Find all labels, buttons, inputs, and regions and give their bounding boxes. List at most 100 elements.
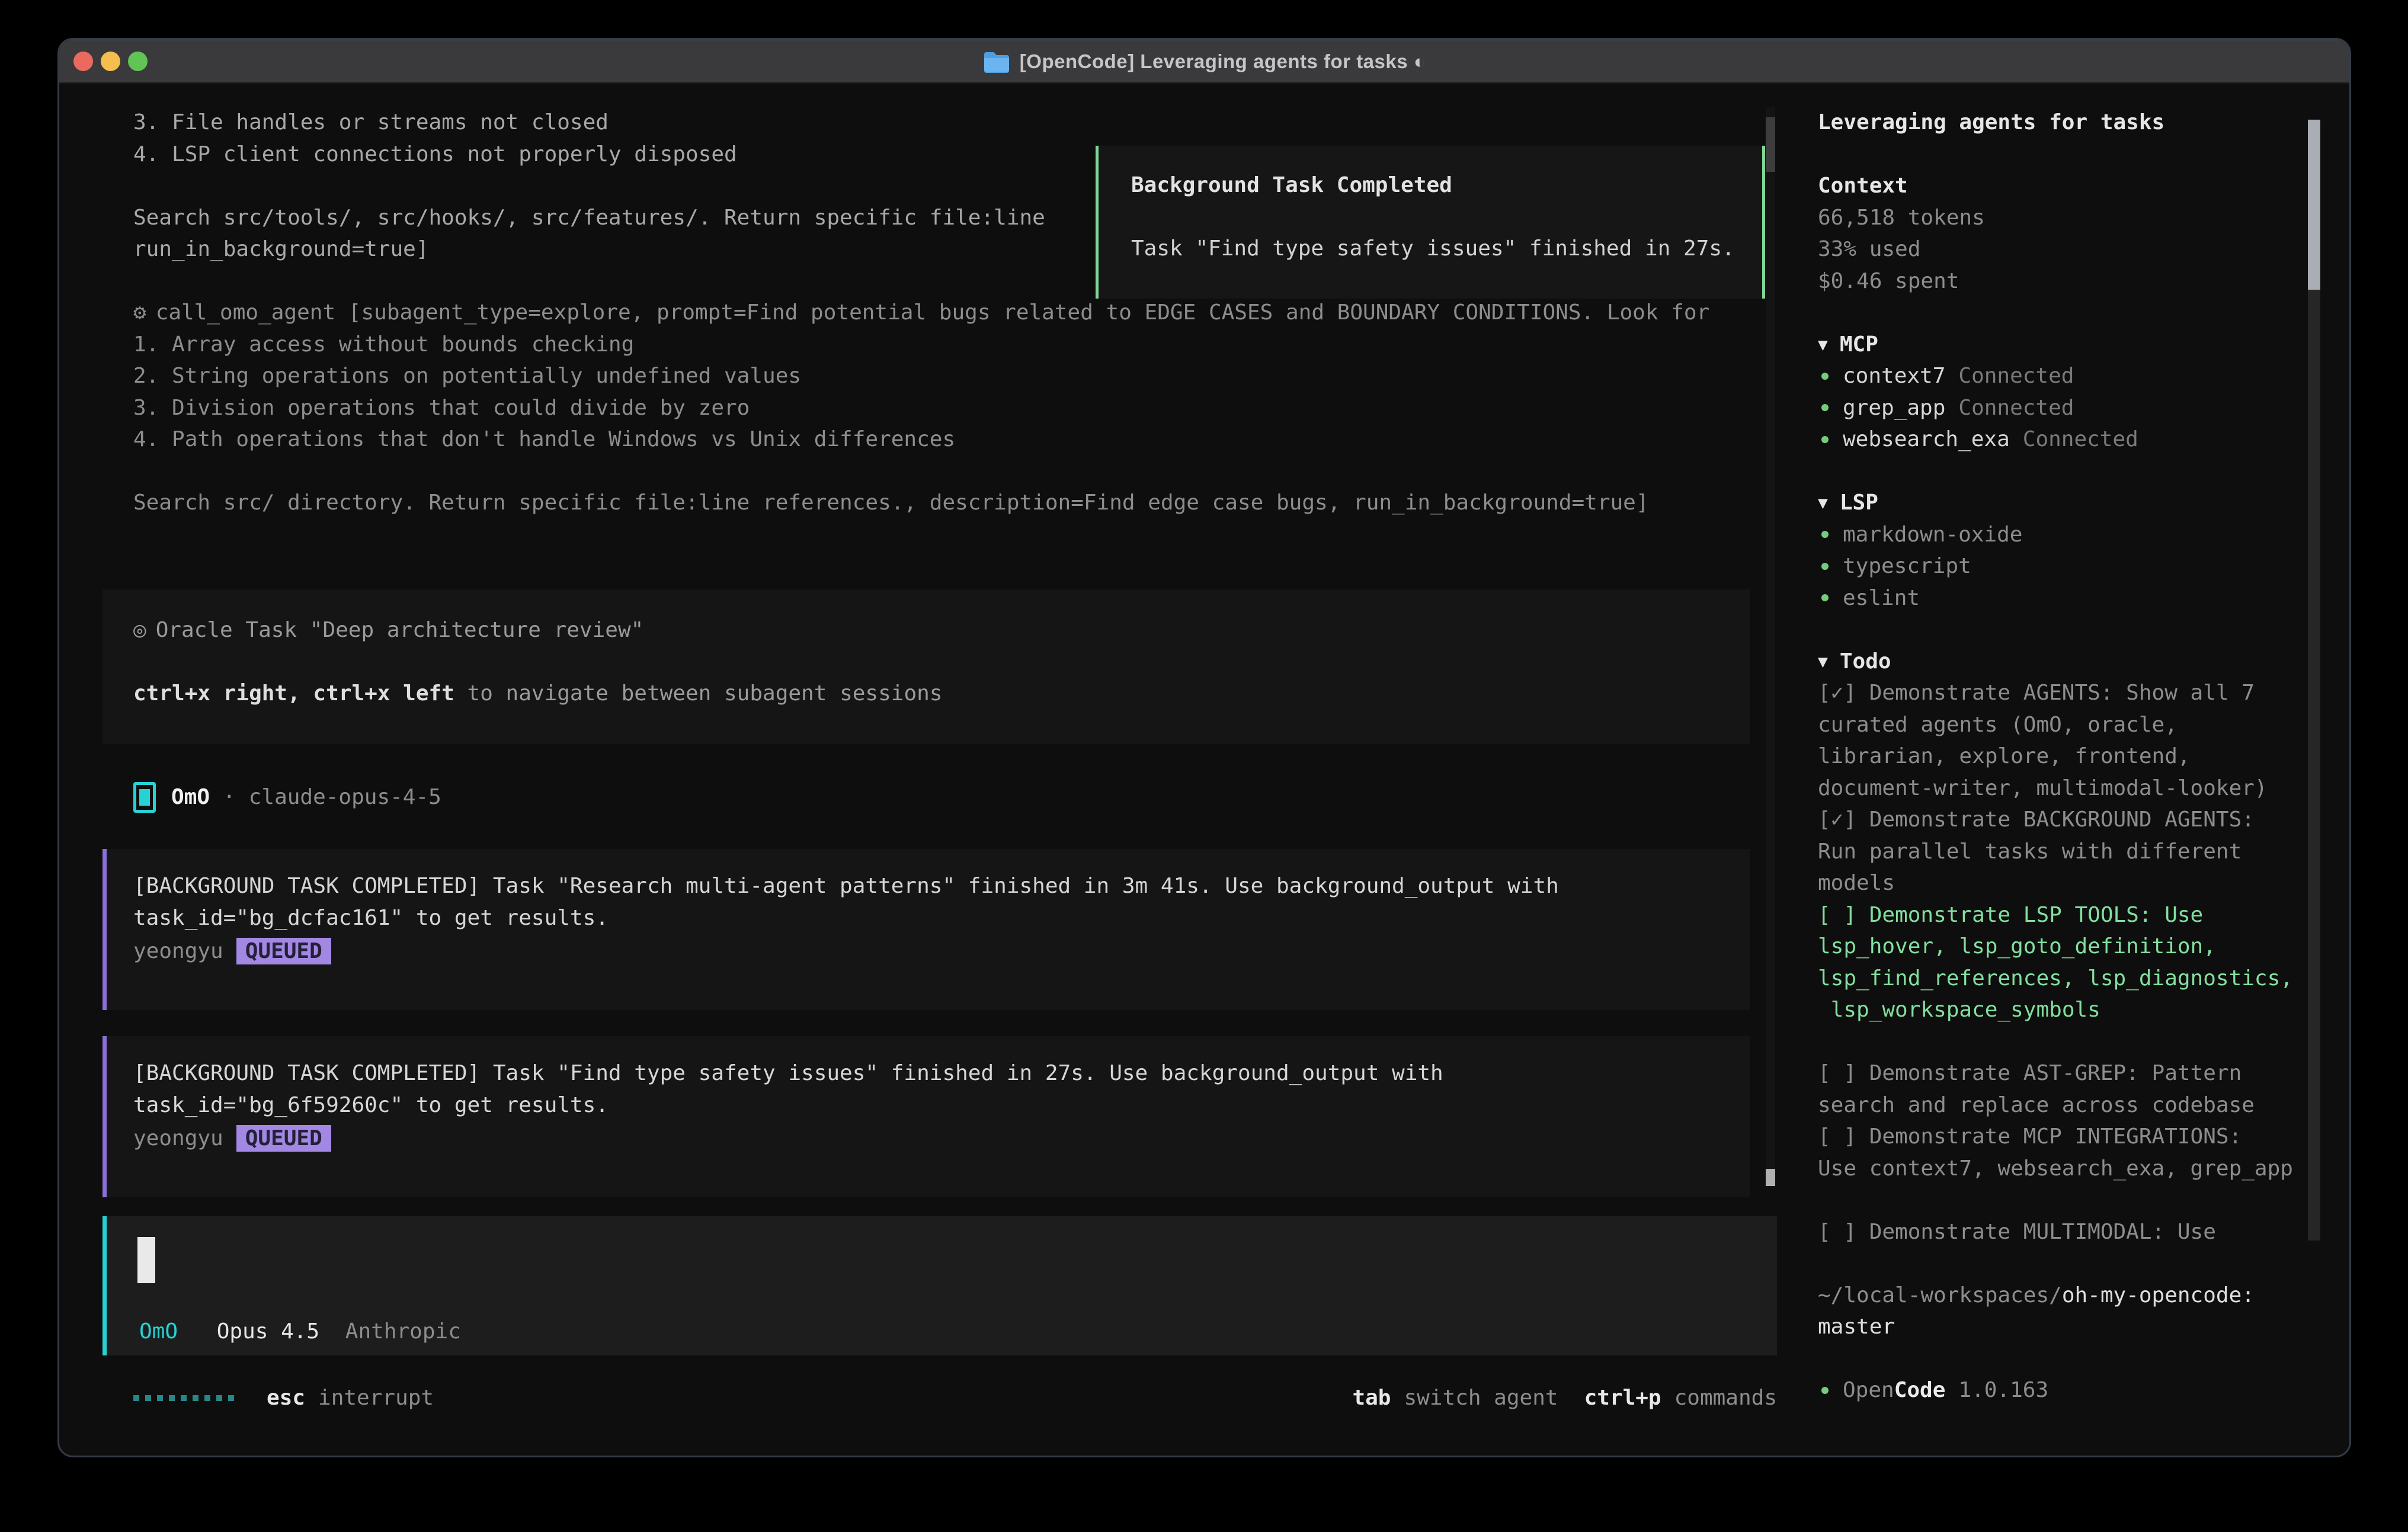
agent-name: OmO [171,781,210,813]
activity-dot-icon [157,1395,163,1401]
chevron-down-icon: ▼ [1818,646,1828,678]
mcp-status: Connected [2023,424,2138,456]
context-tokens: 66,518 tokens [1818,202,2299,234]
background-task-message: [BACKGROUND TASK COMPLETED] Task "Resear… [103,849,1750,1010]
gear-icon: ⚙ [133,300,146,325]
scrollbar-thumb[interactable] [1766,1169,1775,1186]
mcp-item: grep_app Connected [1818,392,2299,424]
notification-body: Task "Find type safety issues" finished … [1131,233,1762,265]
todo-pending-items: [ ] Demonstrate AST-GREP: Pattern search… [1818,1057,2299,1184]
esc-key-hint: esc [267,1382,305,1414]
scrollbar-thumb[interactable] [1766,117,1775,172]
activity-dot-icon [204,1395,210,1401]
brand-suffix: Code [1894,1374,1946,1406]
main-scrollbar[interactable] [1766,107,1775,1186]
lsp-heading-row[interactable]: ▼ LSP [1818,487,2299,519]
session-sidebar: Leveraging agents for tasks Context 66,5… [1809,84,2351,1456]
lsp-name: eslint [1843,582,1920,614]
esc-action-label: interrupt [318,1382,434,1414]
zoom-button-icon[interactable] [128,52,148,71]
agent-model: claude-opus-4-5 [249,781,441,813]
activity-dot-icon [181,1395,187,1401]
workspace-branch: master [1818,1311,2299,1343]
tool-call-block: ⚙call_omo_agent [subagent_type=explore, … [133,297,1760,519]
todo-section: ▼ Todo [✓] Demonstrate AGENTS: Show all … [1818,646,2299,1026]
oracle-shortcut-keys: ctrl+x right, ctrl+x left [133,681,454,706]
mcp-item: context7 Connected [1818,360,2299,392]
chevron-down-icon: ▼ [1818,487,1828,519]
tab-key-hint: tab [1352,1382,1391,1414]
workspace-repo: oh-my-opencode: [2062,1283,2255,1307]
composer-model-row: OmO Opus 4.5 Anthropic [139,1316,461,1348]
chevron-down-icon: ▼ [1818,329,1828,361]
text-cursor [137,1237,155,1283]
workspace-section: ~/local-workspaces/oh-my-opencode: maste… [1818,1280,2299,1343]
mcp-name: context7 [1843,360,1945,392]
green-dot-icon [1821,563,1829,570]
lsp-name: markdown-oxide [1843,519,2022,551]
activity-dot-icon [133,1395,139,1401]
mcp-status: Connected [1958,360,2074,392]
todo-heading: Todo [1840,646,1891,678]
agent-avatar-icon [133,782,156,813]
oracle-task-box: ◎Oracle Task "Deep architecture review" … [103,589,1750,744]
notification-title: Background Task Completed [1131,169,1762,201]
green-dot-icon [1821,1387,1829,1394]
traffic-lights [73,40,148,82]
todo-heading-row[interactable]: ▼ Todo [1818,646,2299,678]
composer-model-name: Opus 4.5 [217,1319,319,1344]
task-message-text: [BACKGROUND TASK COMPLETED] Task "Find t… [133,1057,1750,1121]
task-user: yeongyu [133,1123,223,1155]
green-dot-icon [1821,531,1829,538]
green-dot-icon [1821,436,1829,443]
activity-dot-icon [169,1395,175,1401]
activity-dot-icon [228,1395,234,1401]
record-circle-icon: ◎ [133,618,146,642]
status-bar: esc interrupt tab switch agent ctrl+p co… [133,1382,1777,1414]
composer-provider-name: Anthropic [345,1319,461,1344]
tab-action-label: switch agent [1404,1382,1558,1414]
activity-dot-icon [216,1395,222,1401]
tool-call-body: 1. Array access without bounds checking … [133,329,1760,519]
task-user: yeongyu [133,935,223,967]
agent-session-header: OmO · claude-opus-4-5 [133,781,441,813]
lsp-item: typescript [1818,550,2299,582]
activity-dot-icon [193,1395,198,1401]
lsp-item: markdown-oxide [1818,519,2299,551]
context-spent: $0.46 spent [1818,265,2299,297]
activity-dots [133,1395,234,1401]
mcp-status: Connected [1958,392,2074,424]
background-task-notification: Background Task Completed Task "Find typ… [1096,146,1765,299]
todo-active-item: [ ] Demonstrate LSP TOOLS: Use lsp_hover… [1818,899,2299,1026]
background-task-message: [BACKGROUND TASK COMPLETED] Task "Find t… [103,1036,1750,1197]
green-dot-icon [1821,404,1829,411]
mcp-section: ▼ MCP context7 Connected grep_app Connec… [1818,329,2299,456]
oracle-task-title: Oracle Task "Deep architecture review" [156,618,644,642]
composer-agent-name: OmO [139,1319,178,1344]
mcp-heading-row[interactable]: ▼ MCP [1818,329,2299,361]
green-dot-icon [1821,373,1829,380]
task-message-text: [BACKGROUND TASK COMPLETED] Task "Resear… [133,870,1750,934]
activity-dot-icon [145,1395,151,1401]
todo-pending-item: [ ] Demonstrate MULTIMODAL: Use [1818,1216,2299,1248]
minimize-button-icon[interactable] [101,52,120,71]
terminal-window: [OpenCode] Leveraging agents for tasks ◐… [57,38,2351,1457]
todo-done-items: [✓] Demonstrate AGENTS: Show all 7 curat… [1818,677,2299,899]
prompt-input[interactable]: OmO Opus 4.5 Anthropic [103,1216,1777,1355]
mcp-name: grep_app [1843,392,1945,424]
ctrlp-key-hint: ctrl+p [1584,1382,1661,1414]
green-dot-icon [1821,594,1829,601]
mcp-item: websearch_exa Connected [1818,424,2299,456]
version-footer: OpenCode 1.0.163 [1818,1374,2299,1406]
separator-dot: · [223,781,236,813]
lsp-name: typescript [1843,550,1971,582]
sidebar-scrollbar[interactable] [2308,120,2320,1241]
window-title: [OpenCode] Leveraging agents for tasks ◐ [1020,50,1426,73]
close-button-icon[interactable] [73,52,93,71]
session-title: Leveraging agents for tasks [1818,107,2299,139]
window-titlebar[interactable]: [OpenCode] Leveraging agents for tasks ◐ [59,40,2349,84]
oracle-shortcut-hint: to navigate between subagent sessions [454,681,943,706]
workspace-path-prefix: ~/local-workspaces/ [1818,1283,2062,1307]
scrollbar-thumb[interactable] [2308,120,2320,290]
ctrlp-action-label: commands [1674,1382,1777,1414]
